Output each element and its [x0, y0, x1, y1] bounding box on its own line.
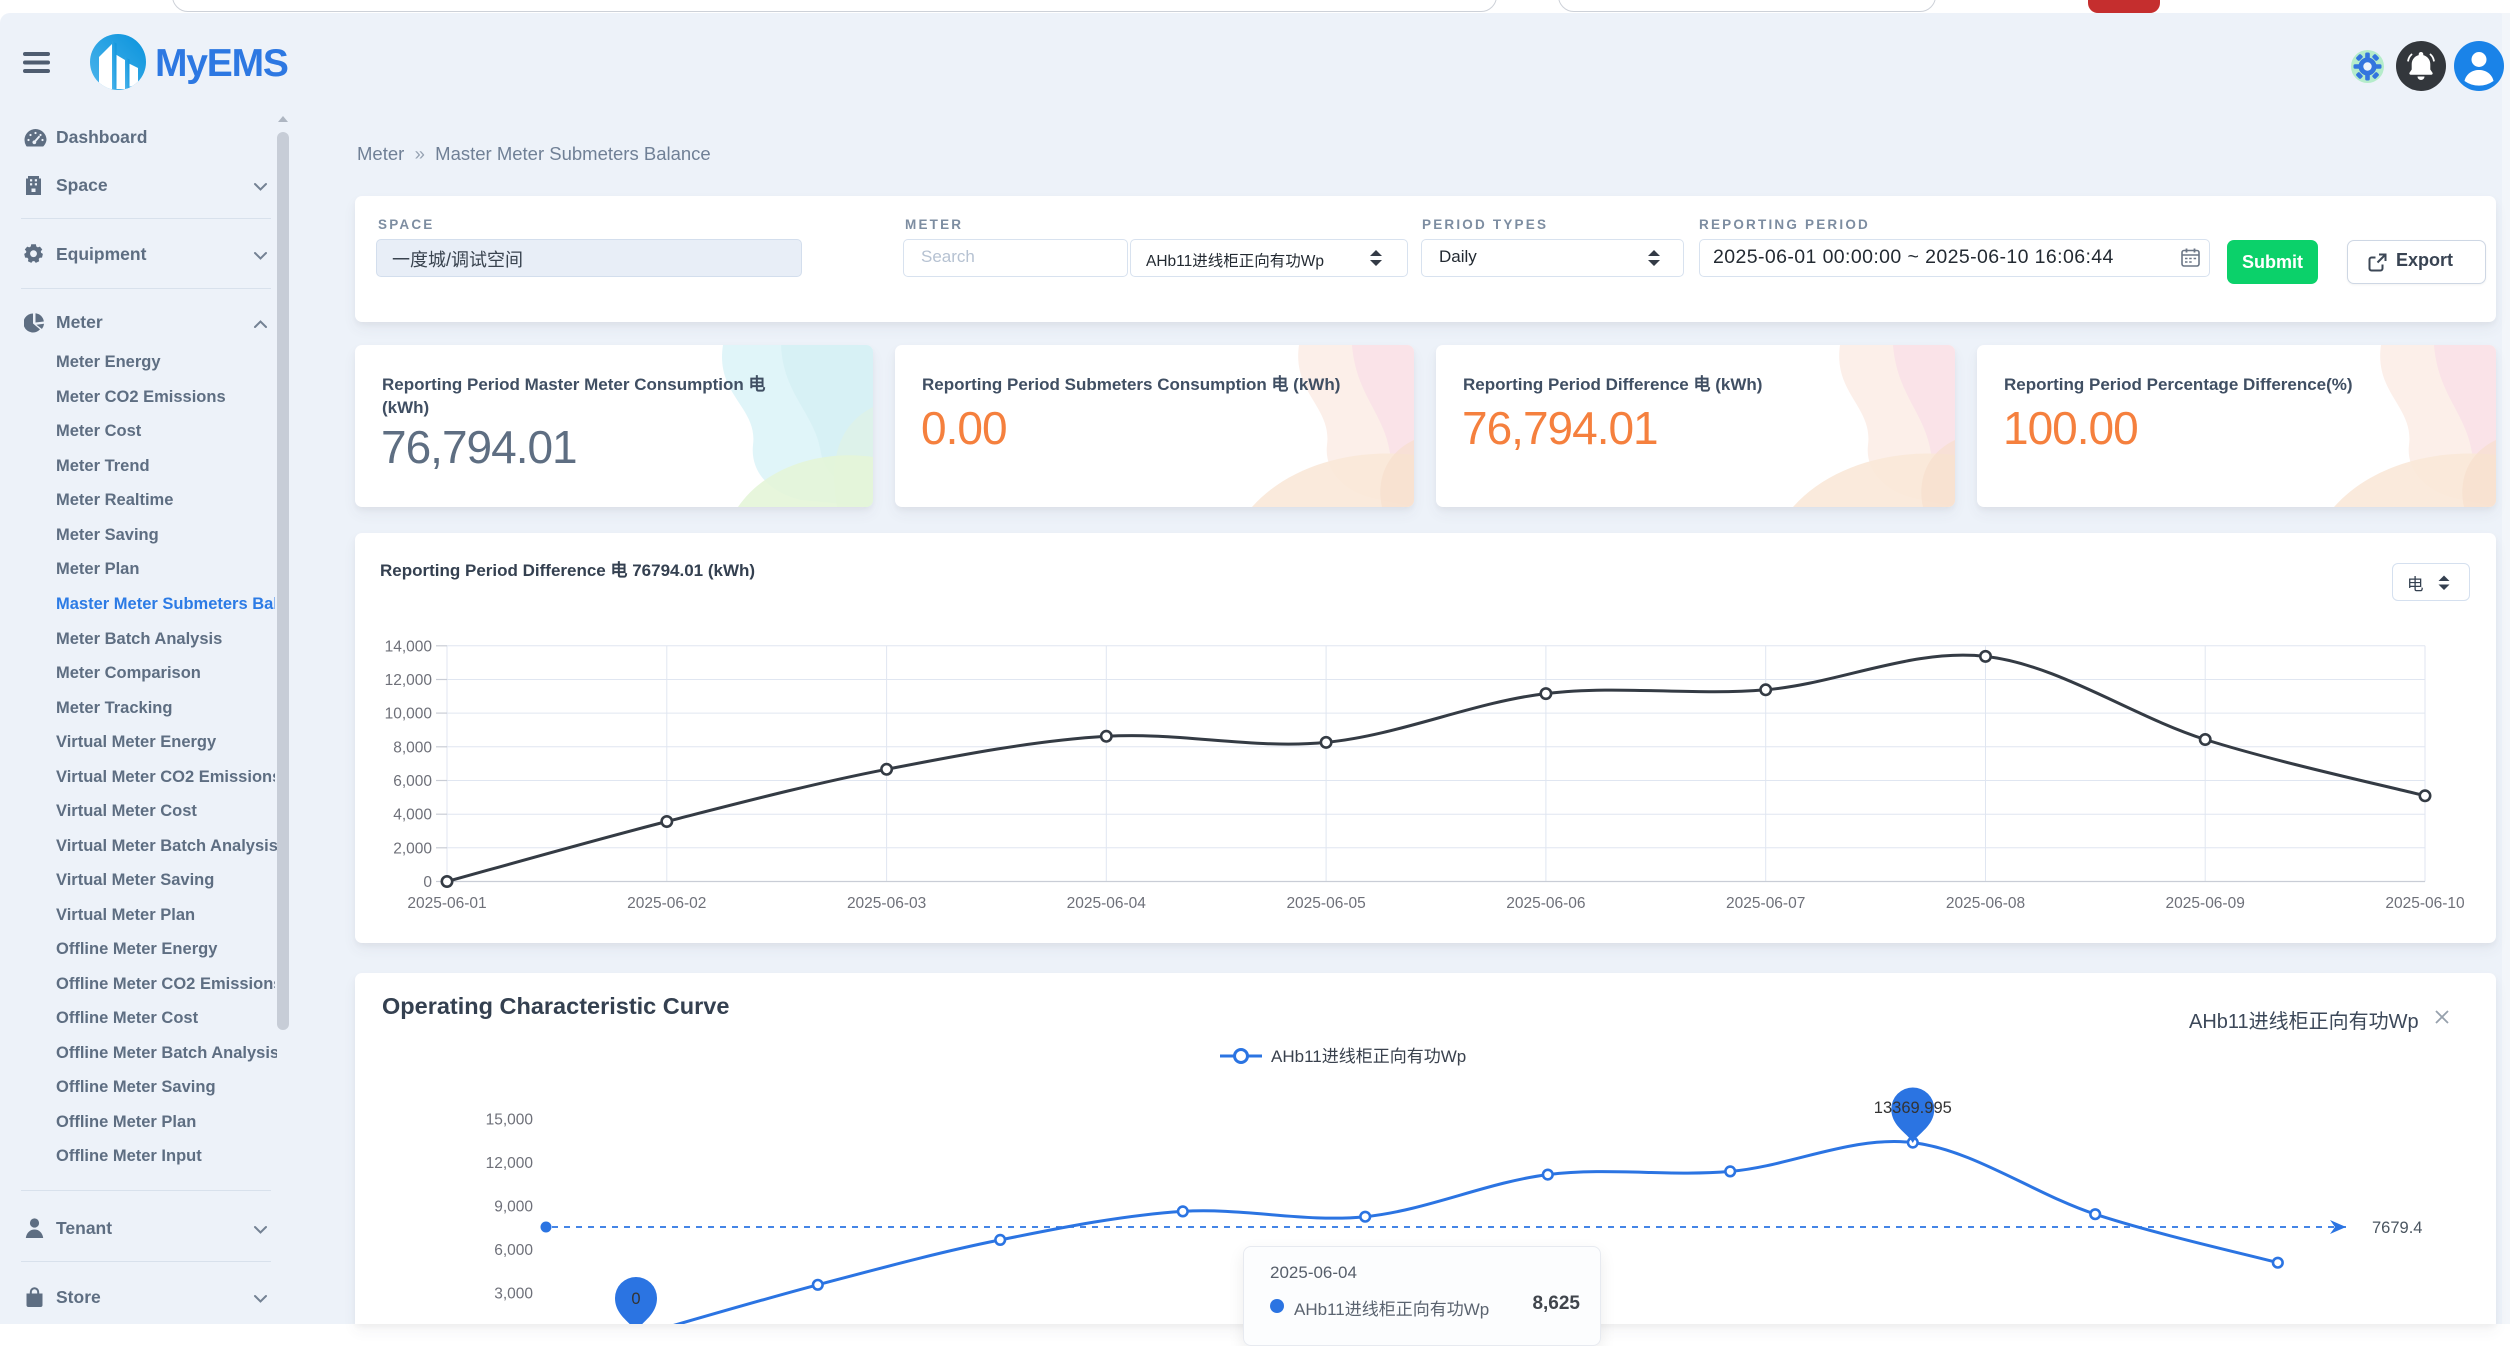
svg-text:2025-06-09: 2025-06-09	[2166, 895, 2245, 912]
svg-text:2025-06-03: 2025-06-03	[847, 895, 926, 912]
svg-text:7679.4: 7679.4	[2372, 1219, 2422, 1237]
svg-text:AHb11进线柜正向有功Wp: AHb11进线柜正向有功Wp	[1271, 1047, 1466, 1066]
svg-text:2025-06-07: 2025-06-07	[1726, 895, 1805, 912]
svg-text:15,000: 15,000	[486, 1112, 534, 1129]
svg-text:8,000: 8,000	[393, 739, 432, 756]
svg-text:6,000: 6,000	[393, 773, 432, 790]
svg-text:13369.995: 13369.995	[1874, 1099, 1952, 1117]
svg-text:6,000: 6,000	[494, 1242, 533, 1259]
svg-text:2025-06-08: 2025-06-08	[1946, 895, 2025, 912]
svg-text:9,000: 9,000	[494, 1199, 533, 1216]
svg-text:2025-06-05: 2025-06-05	[1286, 895, 1365, 912]
svg-text:2025-06-02: 2025-06-02	[627, 895, 706, 912]
svg-text:2025-06-01: 2025-06-01	[407, 895, 486, 912]
svg-text:4,000: 4,000	[393, 807, 432, 824]
svg-text:3,000: 3,000	[494, 1286, 533, 1303]
svg-text:0: 0	[631, 1290, 640, 1308]
svg-text:10,000: 10,000	[385, 706, 433, 723]
svg-text:12,000: 12,000	[486, 1155, 534, 1172]
svg-text:14,000: 14,000	[385, 638, 433, 655]
svg-text:2025-06-06: 2025-06-06	[1506, 895, 1585, 912]
svg-text:12,000: 12,000	[385, 672, 433, 689]
svg-text:2025-06-04: 2025-06-04	[1067, 895, 1147, 912]
svg-text:2,000: 2,000	[393, 840, 432, 857]
svg-text:2025-06-10: 2025-06-10	[2385, 895, 2465, 912]
svg-text:0: 0	[423, 874, 432, 891]
